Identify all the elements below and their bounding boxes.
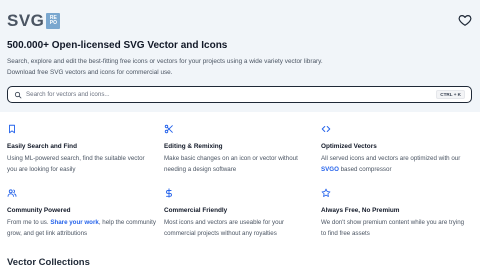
users-icon xyxy=(7,189,17,197)
feature-description-line: grow, and get link attributions xyxy=(7,230,88,237)
feature-editing: Editing & Remixing Make basic changes on… xyxy=(164,124,314,173)
keyboard-shortcut-badge: CTRL + K xyxy=(436,90,465,99)
feature-description-text: based compressor xyxy=(338,166,392,173)
feature-search: Easily Search and Find Using ML-powered … xyxy=(7,124,157,173)
dollar-icon xyxy=(166,188,172,198)
feature-description-line: SVGO based compressor xyxy=(321,164,477,175)
feature-description: Make basic changes on an icon or vector … xyxy=(164,153,320,175)
site-logo[interactable]: SVG RE PO xyxy=(7,11,61,30)
feature-description-line: to find free assets xyxy=(321,230,370,237)
feature-description: We don't show premium content while you … xyxy=(321,217,477,239)
feature-title: Commercial Friendly xyxy=(164,207,228,214)
logo-text: SVG xyxy=(7,11,45,30)
search-input[interactable] xyxy=(26,88,437,101)
logo-badge-line2: PO xyxy=(49,20,58,26)
feature-title: Optimized Vectors xyxy=(321,143,377,150)
feature-description-line: We don't show premium content while you … xyxy=(321,219,465,226)
hero-description: Search, explore and edit the best-fittin… xyxy=(7,56,477,78)
share-your-work-link[interactable]: Share your work xyxy=(50,219,99,226)
feature-description-line: needing a design software xyxy=(164,166,237,173)
feature-description-text: , help the community xyxy=(98,219,156,226)
feature-description: Using ML-powered search, find the suitab… xyxy=(7,153,163,175)
feature-description-text: From me to us. xyxy=(7,219,51,226)
code-icon xyxy=(321,126,331,132)
section-heading-collections: Vector Collections xyxy=(7,257,90,268)
feature-optimized: Optimized Vectors All served icons and v… xyxy=(321,124,471,173)
hero-description-line1: Search, explore and edit the best-fittin… xyxy=(7,58,323,65)
feature-description-line: commercial projects without any royaltie… xyxy=(164,230,277,237)
bookmark-icon xyxy=(9,124,15,134)
feature-commercial: Commercial Friendly Most icons and vecto… xyxy=(164,188,314,237)
feature-title: Always Free, No Premium xyxy=(321,207,400,214)
hero-section: SVG RE PO 500.000+ Open-licensed SVG Vec… xyxy=(0,0,480,112)
star-icon xyxy=(321,188,331,197)
feature-description-line: From me to us. Share your work, help the… xyxy=(7,217,163,228)
feature-description: Most icons and vectors are useable for y… xyxy=(164,217,320,239)
scissors-icon xyxy=(164,124,173,134)
feature-description-line: Most icons and vectors are useable for y… xyxy=(164,219,285,226)
feature-description-line: All served icons and vectors are optimiz… xyxy=(321,155,461,162)
feature-title: Editing & Remixing xyxy=(164,143,223,150)
feature-description: From me to us. Share your work, help the… xyxy=(7,217,163,239)
svgo-link[interactable]: SVGO xyxy=(321,166,339,173)
page-title: 500.000+ Open-licensed SVG Vector and Ic… xyxy=(7,40,228,51)
feature-title: Community Powered xyxy=(7,207,71,214)
feature-description: All served icons and vectors are optimiz… xyxy=(321,153,477,175)
hero-description-line2: Download free SVG vectors and icons for … xyxy=(7,69,173,76)
logo-badge: RE PO xyxy=(46,13,61,29)
feature-description-line: Using ML-powered search, find the suitab… xyxy=(7,155,145,162)
feature-community: Community Powered From me to us. Share y… xyxy=(7,188,157,237)
feature-title: Easily Search and Find xyxy=(7,143,77,150)
search-icon xyxy=(14,91,22,98)
feature-description-line: Make basic changes on an icon or vector … xyxy=(164,155,298,162)
feature-free: Always Free, No Premium We don't show pr… xyxy=(321,188,471,237)
search-bar[interactable]: CTRL + K xyxy=(7,86,472,103)
heart-icon[interactable] xyxy=(458,13,472,27)
feature-description-line: you are looking for easily xyxy=(7,166,76,173)
